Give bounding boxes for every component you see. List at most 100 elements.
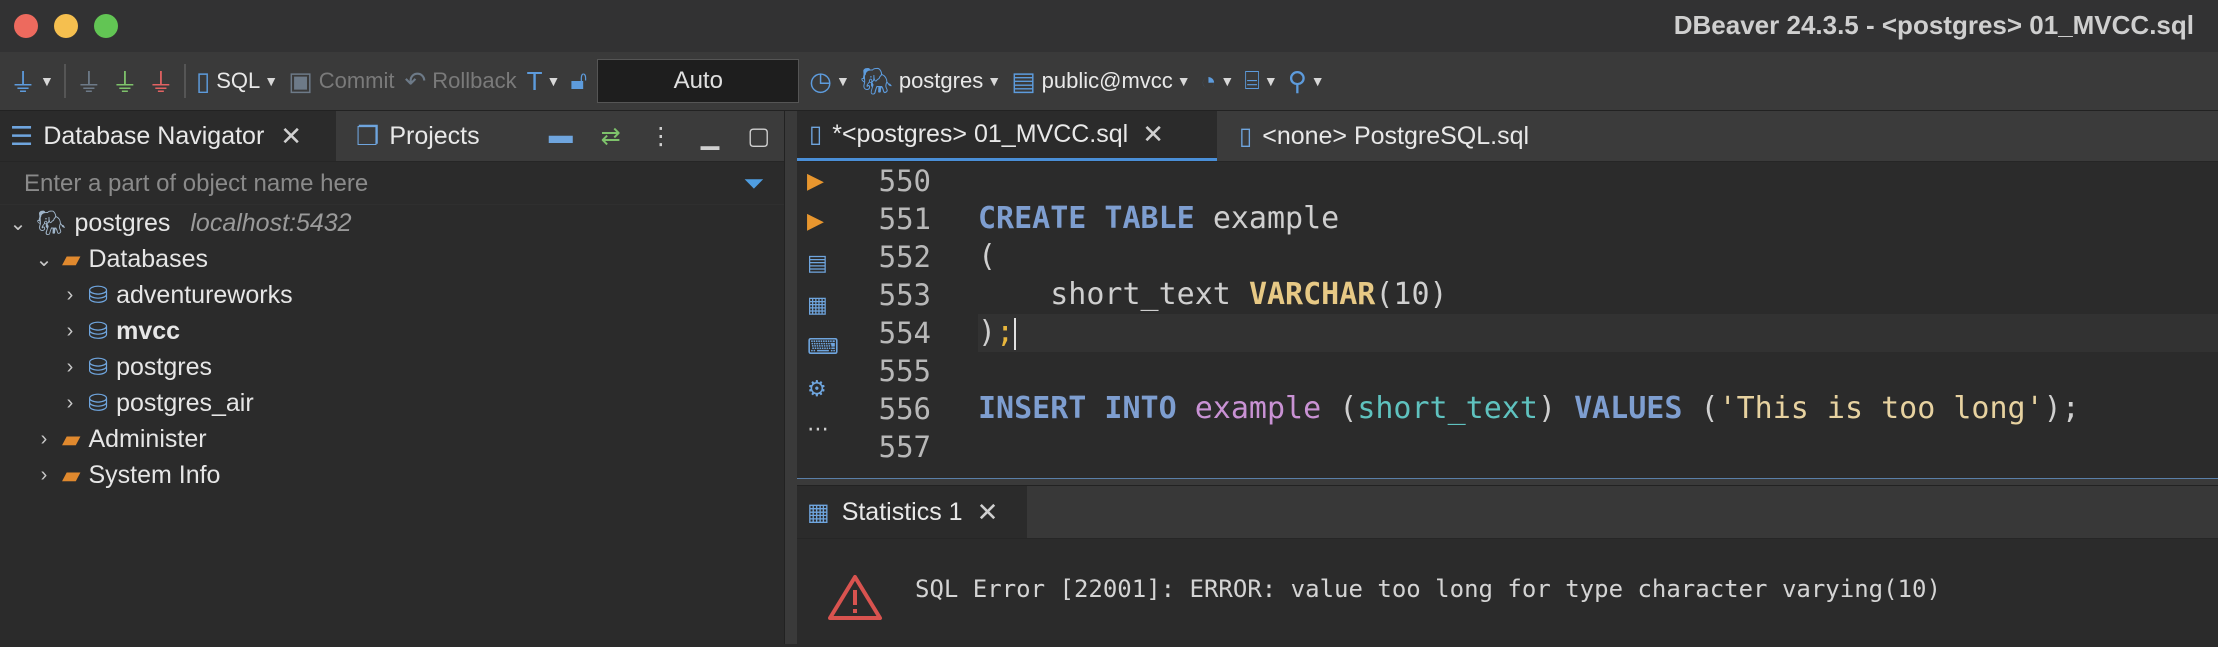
line-number: 551 xyxy=(878,202,931,236)
tab-editor-mvcc[interactable]: ▯ *<postgres> 01_MVCC.sql ✕ xyxy=(797,111,1217,161)
chevron-right-icon[interactable]: › xyxy=(58,320,82,343)
lock-button[interactable]: 🔓︎ xyxy=(570,52,587,110)
tab-label: Projects xyxy=(389,121,480,150)
chevron-down-icon: ▼ xyxy=(987,73,1002,89)
code-editor[interactable]: ▶ ▶ ▤ ▦ ⌨ ⚙ ⋯ 550 551 552 553 554 555 55… xyxy=(797,162,2218,478)
info-folder-icon: ▰ xyxy=(62,461,81,489)
schema-icon: ▤ xyxy=(1011,65,1036,96)
table-name: example xyxy=(1194,391,1322,426)
close-icon[interactable]: ✕ xyxy=(280,121,302,152)
chevron-down-icon[interactable]: ⌄ xyxy=(32,247,56,272)
commit-button[interactable]: ▣ Commit xyxy=(288,52,394,110)
tree-node-database[interactable]: › ⛁ postgres xyxy=(0,349,784,385)
tree-label: postgres xyxy=(116,352,212,381)
disconnect-button[interactable]: ⏚ xyxy=(148,52,174,110)
code-lines: CREATE TABLE example ( short_text VARCHA… xyxy=(978,162,2218,466)
commit-label: Commit xyxy=(318,68,395,93)
tree-node-connection[interactable]: ⌄ 🐘︎ postgres localhost:5432 xyxy=(0,205,784,241)
sql-keyword: CREATE TABLE xyxy=(978,201,1195,236)
terminal-icon[interactable]: ⌨ xyxy=(807,334,839,360)
tools-button[interactable]: ⌸ ▼ xyxy=(1244,52,1277,110)
tab-projects[interactable]: ❐ Projects xyxy=(346,111,480,161)
sql-type: VARCHAR xyxy=(1248,277,1376,312)
rollback-button[interactable]: ↶ Rollback xyxy=(404,52,516,110)
chevron-right-icon[interactable]: › xyxy=(58,392,82,415)
close-icon[interactable]: ✕ xyxy=(977,497,999,528)
close-icon[interactable]: ✕ xyxy=(1142,119,1164,150)
projects-icon: ❐ xyxy=(356,120,380,151)
database-icon: ⛁ xyxy=(88,317,109,345)
chevron-down-icon: ▼ xyxy=(1263,73,1278,89)
panel-splitter[interactable] xyxy=(784,111,798,644)
object-filter-input[interactable] xyxy=(0,162,746,206)
filter-icon[interactable]: ⏷ xyxy=(743,168,764,200)
line-number: 553 xyxy=(878,278,931,312)
line-number: 555 xyxy=(878,354,931,388)
explain-plan-icon[interactable]: ▦ xyxy=(807,292,828,318)
chevron-right-icon[interactable]: › xyxy=(32,464,56,487)
tree-label: mvcc xyxy=(116,316,181,345)
link-editor-icon[interactable]: ⇄ xyxy=(601,122,621,151)
execute-new-tab-icon[interactable]: ▶ xyxy=(807,208,824,234)
tree-node-databases[interactable]: ⌄ ▰ Databases xyxy=(0,241,784,277)
editor-results-splitter[interactable] xyxy=(797,478,2218,486)
folder-icon: ▰ xyxy=(62,245,81,273)
transaction-mode-field[interactable]: Auto xyxy=(597,59,800,103)
line-number: 550 xyxy=(878,164,931,198)
line-number: 556 xyxy=(878,392,931,426)
rollback-label: Rollback xyxy=(432,68,517,93)
editor-side-toolbar: ▶ ▶ ▤ ▦ ⌨ ⚙ ⋯ xyxy=(797,162,841,478)
tree-node-database[interactable]: › ⛁ postgres_air xyxy=(0,385,784,421)
tab-editor-postgresql[interactable]: ▯ <none> PostgreSQL.sql xyxy=(1227,111,1529,161)
chevron-right-icon[interactable]: › xyxy=(58,284,82,307)
wrench-folder-icon: ▰ xyxy=(62,425,81,453)
minimize-window-button[interactable] xyxy=(54,14,78,38)
line-number: 552 xyxy=(878,240,931,274)
execute-script-icon[interactable]: ▤ xyxy=(807,250,828,276)
reconnect-button[interactable]: ⏚ xyxy=(112,52,138,110)
tree-node-administer[interactable]: › ▰ Administer xyxy=(0,421,784,457)
sql-editor-button[interactable]: ▯ SQL ▼ xyxy=(196,52,278,110)
tree-node-database[interactable]: › ⛁ adventureworks xyxy=(0,277,784,313)
tab-database-navigator[interactable]: ☰ Database Navigator ✕ xyxy=(0,111,336,161)
tools-icon: ⌸ xyxy=(1244,65,1260,95)
lock-icon: 🔓︎ xyxy=(570,65,588,95)
tree-label: System Info xyxy=(88,460,221,489)
history-button[interactable]: ◷ ▼ xyxy=(809,52,850,110)
chevron-down-icon[interactable]: ⌄ xyxy=(6,211,30,236)
execute-statement-icon[interactable]: ▶ xyxy=(807,168,824,194)
search-button[interactable]: ⚲ ▼ xyxy=(1288,52,1325,110)
sql-keyword: INSERT INTO xyxy=(978,391,1177,426)
settings-gear-icon[interactable]: ⚙ xyxy=(807,376,827,402)
tree-node-database[interactable]: › ⛁ mvcc xyxy=(0,313,784,349)
plug-add-icon: ⏚ xyxy=(10,67,37,98)
view-menu-icon[interactable]: ⋮ xyxy=(649,122,673,151)
tab-label: Statistics 1 xyxy=(841,497,963,526)
sql-file-icon: ▯ xyxy=(195,65,211,96)
code-line-current: ); xyxy=(978,314,2218,352)
close-window-button[interactable] xyxy=(14,14,38,38)
database-navigator-panel: ☰ Database Navigator ✕ ❐ Projects ▬ ⇄ ⋮ … xyxy=(0,111,784,644)
collapse-all-icon[interactable]: ▬ xyxy=(549,122,573,150)
zoom-window-button[interactable] xyxy=(94,14,118,38)
schema-label: public@mvcc xyxy=(1041,68,1173,93)
commit-icon: ▣ xyxy=(288,65,313,96)
minimize-icon[interactable]: ▁ xyxy=(701,122,719,151)
chevron-right-icon[interactable]: › xyxy=(58,356,82,379)
editor-tab-bar: ▯ *<postgres> 01_MVCC.sql ✕ ▯ <none> Pos… xyxy=(797,111,2218,162)
tree-label: Administer xyxy=(88,424,207,453)
maximize-icon[interactable]: ▢ xyxy=(747,122,770,151)
connect-button[interactable]: ⏚ xyxy=(76,52,102,110)
dashboard-button[interactable]: ◔ ▼ xyxy=(1201,52,1235,110)
more-icon[interactable]: ⋯ xyxy=(807,416,829,442)
tab-statistics[interactable]: ▦ Statistics 1 ✕ xyxy=(797,486,1027,538)
tree-node-system-info[interactable]: › ▰ System Info xyxy=(0,457,784,493)
chevron-right-icon[interactable]: › xyxy=(32,428,56,451)
schema-selector[interactable]: ▤ public@mvcc ▼ xyxy=(1011,52,1191,110)
transaction-mode-button[interactable]: T ▼ xyxy=(527,52,561,110)
datasource-selector[interactable]: 🐘︎ postgres ▼ xyxy=(860,52,1001,110)
plug-icon: ⏚ xyxy=(75,67,102,98)
new-connection-button[interactable]: ⏚ ▼ xyxy=(10,52,54,110)
